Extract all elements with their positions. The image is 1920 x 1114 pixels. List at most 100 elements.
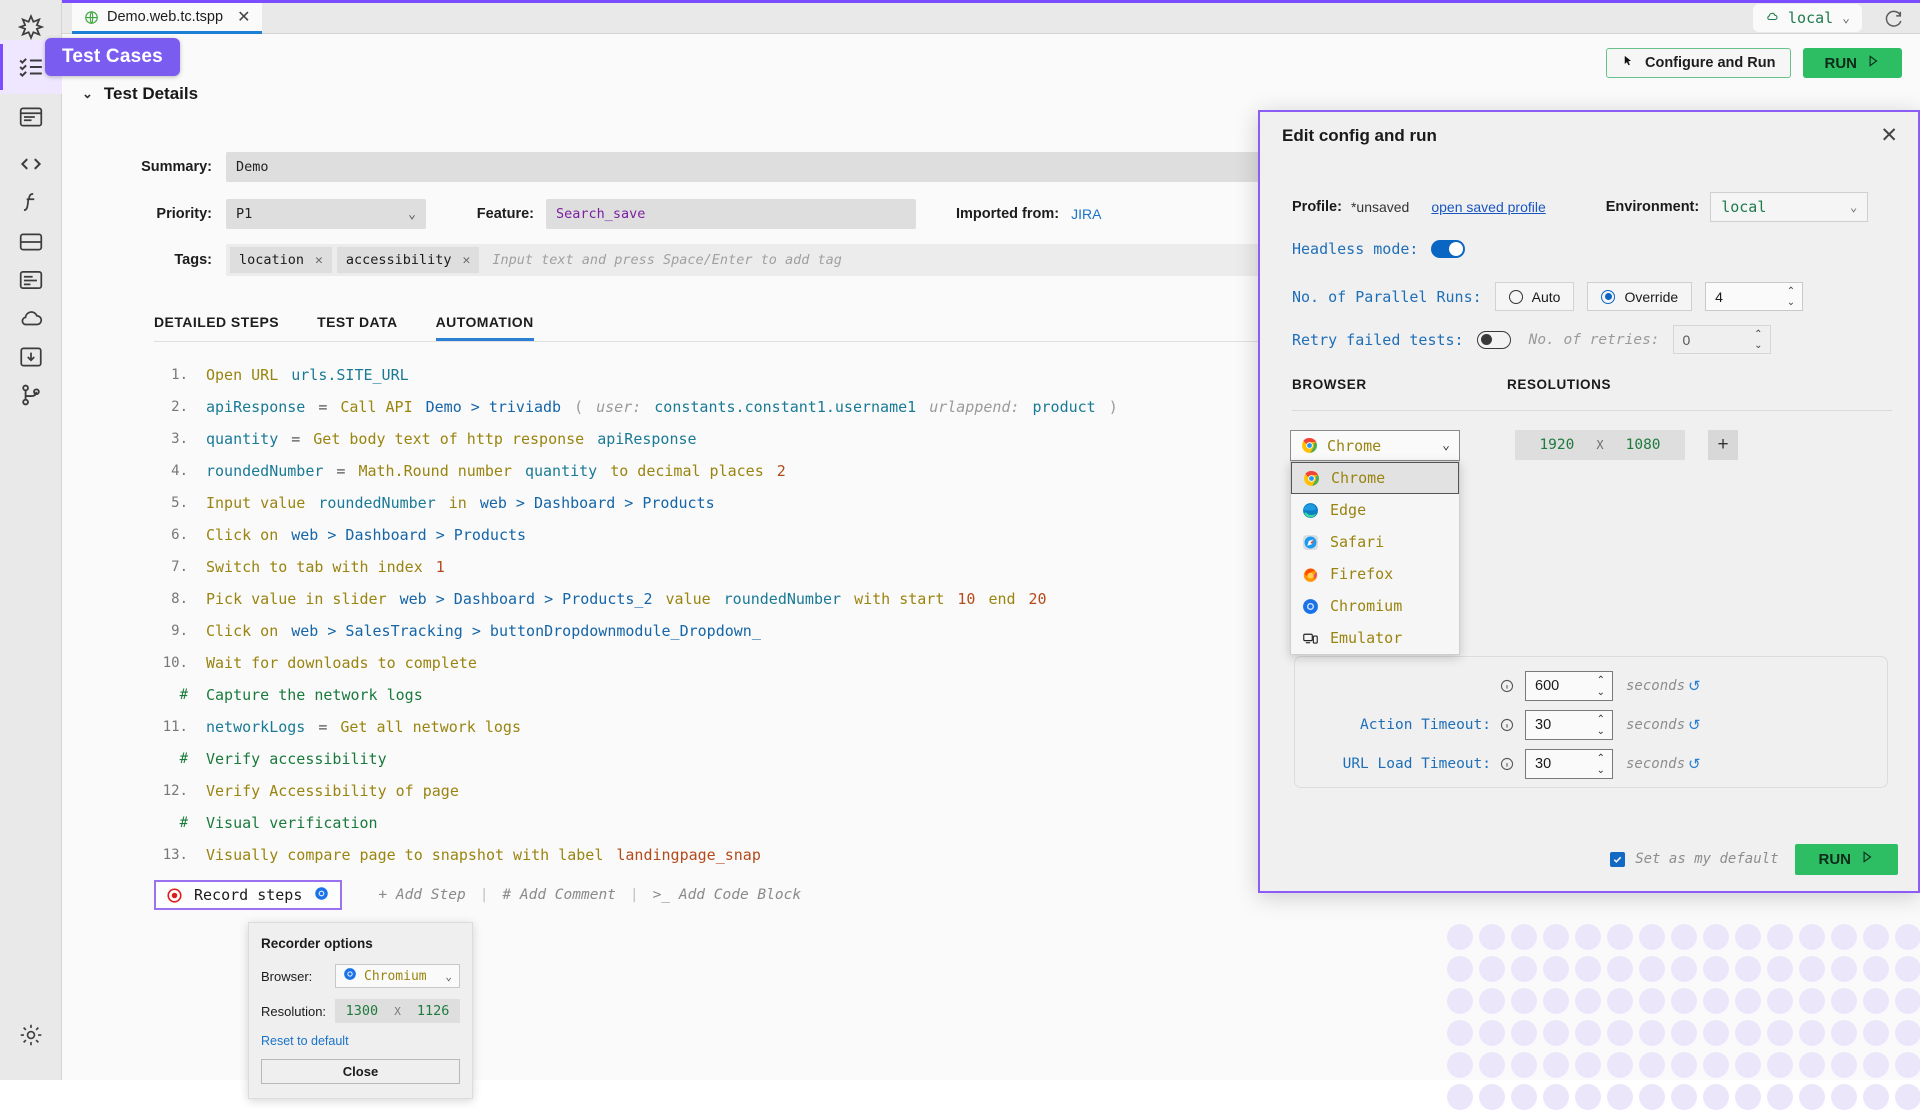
add-resolution-button[interactable]: + — [1708, 430, 1738, 460]
timeout-stepper[interactable]: 30⌃⌄ — [1525, 710, 1613, 740]
editor-tab[interactable]: Demo.web.tc.tspp ✕ — [72, 3, 262, 34]
retry-failed-tests-toggle[interactable] — [1477, 331, 1511, 349]
step-line[interactable]: 2.apiResponse=Call APIDemo > triviadb(us… — [154, 391, 1334, 423]
step-line[interactable]: 1.Open URLurls.SITE_URL — [154, 359, 1334, 391]
run-button[interactable]: RUN — [1803, 48, 1903, 78]
parallel-runs-stepper[interactable]: 4 ⌃⌄ — [1705, 282, 1803, 311]
decorative-dot — [1607, 1020, 1633, 1046]
close-icon[interactable]: ✕ — [1880, 125, 1898, 146]
parallel-override-option[interactable]: Override — [1587, 282, 1692, 311]
browser-option-emulator[interactable]: Emulator — [1291, 622, 1459, 654]
comment-line[interactable]: #Verify accessibility — [154, 743, 1334, 775]
stepper-arrows-icon[interactable]: ⌃⌄ — [1597, 753, 1605, 777]
stepper-arrows-icon[interactable]: ⌃⌄ — [1787, 286, 1795, 308]
comment-line[interactable]: #Capture the network logs — [154, 679, 1334, 711]
browser-option-firefox[interactable]: Firefox — [1291, 558, 1459, 590]
feature-label: Feature: — [448, 206, 534, 222]
decorative-dot — [1671, 1020, 1697, 1046]
sidebar-item-branches[interactable] — [0, 368, 62, 422]
tags-input[interactable]: location ✕ accessibility ✕ Input text an… — [226, 244, 1322, 276]
add-step-button[interactable]: + Add Step — [364, 887, 479, 903]
reset-timeout-icon[interactable]: ↺ — [1688, 755, 1701, 773]
remove-tag-icon[interactable]: ✕ — [315, 253, 323, 268]
timeout-stepper[interactable]: 30⌃⌄ — [1525, 749, 1613, 779]
stepper-arrows-icon[interactable]: ⌃⌄ — [1597, 675, 1605, 699]
step-token: Call API — [340, 398, 412, 416]
step-token: roundedNumber — [724, 590, 841, 608]
browser-option-edge[interactable]: Edge — [1291, 494, 1459, 526]
sidebar-item-settings[interactable] — [0, 1008, 62, 1062]
step-line[interactable]: 8.Pick value in sliderweb > Dashboard > … — [154, 583, 1334, 615]
browser-option-safari[interactable]: Safari — [1291, 526, 1459, 558]
add-comment-button[interactable]: # Add Comment — [488, 887, 630, 903]
sidebar-item-pages[interactable] — [0, 90, 62, 144]
step-token: 1 — [436, 558, 445, 576]
refresh-icon[interactable] — [1882, 9, 1904, 31]
step-token: Click on — [206, 526, 278, 544]
stepper-arrows-icon[interactable]: ⌃⌄ — [1597, 714, 1605, 738]
decorative-dot — [1639, 924, 1665, 950]
tag-chip[interactable]: location ✕ — [230, 247, 332, 273]
step-line[interactable]: 13.Visually compare page to snapshot wit… — [154, 839, 1334, 871]
browser-option-chromium[interactable]: Chromium — [1291, 590, 1459, 622]
decorative-dot — [1863, 1084, 1889, 1110]
reset-timeout-icon[interactable]: ↺ — [1688, 677, 1701, 695]
add-code-block-button[interactable]: >_ Add Code Block — [639, 887, 815, 903]
test-details-header[interactable]: ⌄ Test Details — [82, 84, 198, 104]
tag-chip[interactable]: accessibility ✕ — [337, 247, 480, 273]
feature-input[interactable]: Search_save — [546, 199, 916, 229]
edit-config-modal: Edit config and run ✕ Profile: *unsaved … — [1258, 110, 1920, 893]
step-line[interactable]: 12.Verify Accessibility of page — [154, 775, 1334, 807]
timeout-stepper[interactable]: 600⌃⌄ — [1525, 671, 1613, 701]
step-line[interactable]: 11.networkLogs=Get all network logs — [154, 711, 1334, 743]
summary-input[interactable]: Demo — [226, 152, 1322, 182]
info-icon[interactable] — [1500, 757, 1514, 771]
info-icon[interactable] — [1500, 718, 1514, 732]
modal-run-button[interactable]: RUN — [1795, 844, 1899, 875]
reset-timeout-icon[interactable]: ↺ — [1688, 716, 1701, 734]
step-line[interactable]: 10.Wait for downloads to complete — [154, 647, 1334, 679]
recorder-browser-select[interactable]: Chromium ⌄ — [335, 964, 460, 988]
step-line[interactable]: 5.Input valueroundedNumberinweb > Dashbo… — [154, 487, 1334, 519]
open-saved-profile-link[interactable]: open saved profile — [1431, 199, 1545, 215]
headless-mode-toggle[interactable] — [1431, 240, 1465, 258]
headless-mode-row: Headless mode: — [1292, 240, 1465, 258]
step-line[interactable]: 6.Click onweb > Dashboard > Products — [154, 519, 1334, 551]
reset-to-default-link[interactable]: Reset to default — [261, 1034, 460, 1048]
step-line[interactable]: 3.quantity=Get body text of http respons… — [154, 423, 1334, 455]
resolution-input[interactable]: 1920 X 1080 — [1515, 430, 1685, 460]
decorative-dot — [1447, 1052, 1473, 1078]
stepper-arrows-icon[interactable]: ⌃⌄ — [1754, 329, 1762, 351]
priority-select[interactable]: P1 ⌄ — [226, 199, 426, 229]
decorative-dot — [1799, 924, 1825, 950]
decorative-dot — [1447, 988, 1473, 1014]
environment-value: local — [1721, 198, 1766, 216]
imported-from-label: Imported from: — [956, 206, 1059, 222]
recorder-browser-label: Browser: — [261, 969, 335, 984]
browser-option-chrome[interactable]: Chrome — [1291, 462, 1459, 494]
set-as-default-row[interactable]: Set as my default — [1610, 851, 1778, 867]
remove-tag-icon[interactable]: ✕ — [463, 253, 471, 268]
checkbox-checked-icon[interactable] — [1610, 852, 1625, 867]
step-line[interactable]: 9.Click onweb > SalesTracking > buttonDr… — [154, 615, 1334, 647]
recorder-close-button[interactable]: Close — [261, 1059, 460, 1084]
environment-select[interactable]: local ⌄ — [1710, 192, 1868, 222]
recorder-resolution-input[interactable]: 1300 X 1126 — [335, 999, 460, 1023]
retries-stepper[interactable]: 0 ⌃⌄ — [1673, 325, 1771, 354]
step-line[interactable]: 7.Switch to tab with index1 — [154, 551, 1334, 583]
tab-detailed-steps[interactable]: DETAILED STEPS — [154, 314, 279, 341]
close-tab-icon[interactable]: ✕ — [237, 7, 250, 27]
record-steps-button[interactable]: Record steps — [154, 880, 342, 910]
info-icon[interactable] — [1500, 679, 1514, 693]
profile-value: *unsaved — [1351, 199, 1409, 215]
configure-and-run-button[interactable]: Configure and Run — [1606, 48, 1791, 78]
tab-automation[interactable]: AUTOMATION — [436, 314, 534, 341]
decorative-dot — [1511, 956, 1537, 982]
imported-from-link[interactable]: JIRA — [1071, 206, 1101, 222]
browser-select[interactable]: Chrome ⌄ — [1290, 430, 1460, 461]
comment-line[interactable]: #Visual verification — [154, 807, 1334, 839]
step-line[interactable]: 4.roundedNumber=Math.Round numberquantit… — [154, 455, 1334, 487]
tab-test-data[interactable]: TEST DATA — [317, 314, 398, 341]
parallel-auto-option[interactable]: Auto — [1495, 282, 1575, 311]
environment-pill[interactable]: local ⌄ — [1753, 4, 1862, 32]
